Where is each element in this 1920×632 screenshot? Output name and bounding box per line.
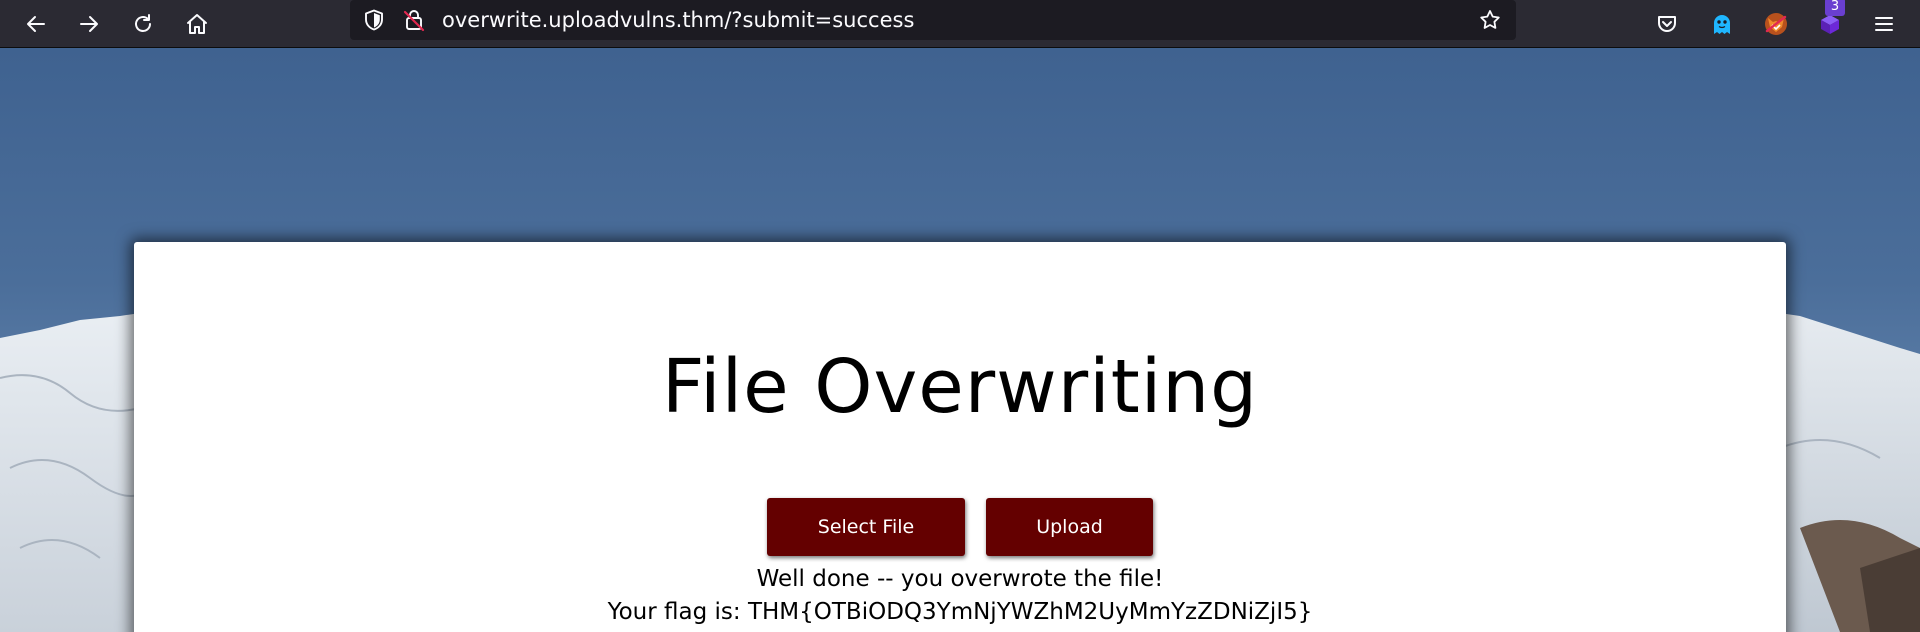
foxyproxy-extension-button[interactable] — [1756, 4, 1796, 44]
home-button[interactable] — [177, 4, 217, 44]
star-icon[interactable] — [1478, 8, 1502, 32]
upload-card: File Overwriting Select File Upload Well… — [134, 242, 1786, 632]
url-bar[interactable]: overwrite.uploadvulns.thm/?submit=succes… — [350, 0, 1516, 40]
back-button[interactable] — [16, 4, 56, 44]
fox-icon — [1765, 13, 1787, 35]
flag-message: Your flag is: THM{OTBiODQ3YmNjYWZhM2UyMm… — [607, 599, 1313, 625]
hamburger-menu-icon — [1875, 17, 1893, 31]
forward-button[interactable] — [69, 4, 109, 44]
pocket-icon — [1658, 16, 1676, 32]
page-title: File Overwriting — [661, 344, 1259, 430]
ghostery-extension-button[interactable] — [1702, 4, 1742, 44]
reload-button[interactable] — [123, 4, 163, 44]
page-background: File Overwriting Select File Upload Well… — [0, 48, 1920, 632]
pocket-button[interactable] — [1647, 4, 1687, 44]
browser-toolbar: overwrite.uploadvulns.thm/?submit=succes… — [0, 0, 1920, 48]
shield-icon[interactable] — [362, 8, 386, 32]
reload-icon — [135, 14, 151, 32]
upload-button[interactable]: Upload — [986, 498, 1153, 556]
arrow-right-icon — [80, 16, 98, 32]
arrow-left-icon — [27, 16, 45, 32]
success-message: Well done -- you overwrote the file! — [756, 566, 1164, 592]
url-text[interactable]: overwrite.uploadvulns.thm/?submit=succes… — [442, 0, 914, 40]
home-icon — [187, 14, 207, 34]
menu-button[interactable] — [1864, 4, 1904, 44]
select-file-button[interactable]: Select File — [767, 498, 965, 556]
ghost-icon — [1714, 15, 1730, 34]
extension-badge: 3 — [1825, 0, 1845, 16]
insecure-lock-icon[interactable] — [402, 8, 426, 32]
